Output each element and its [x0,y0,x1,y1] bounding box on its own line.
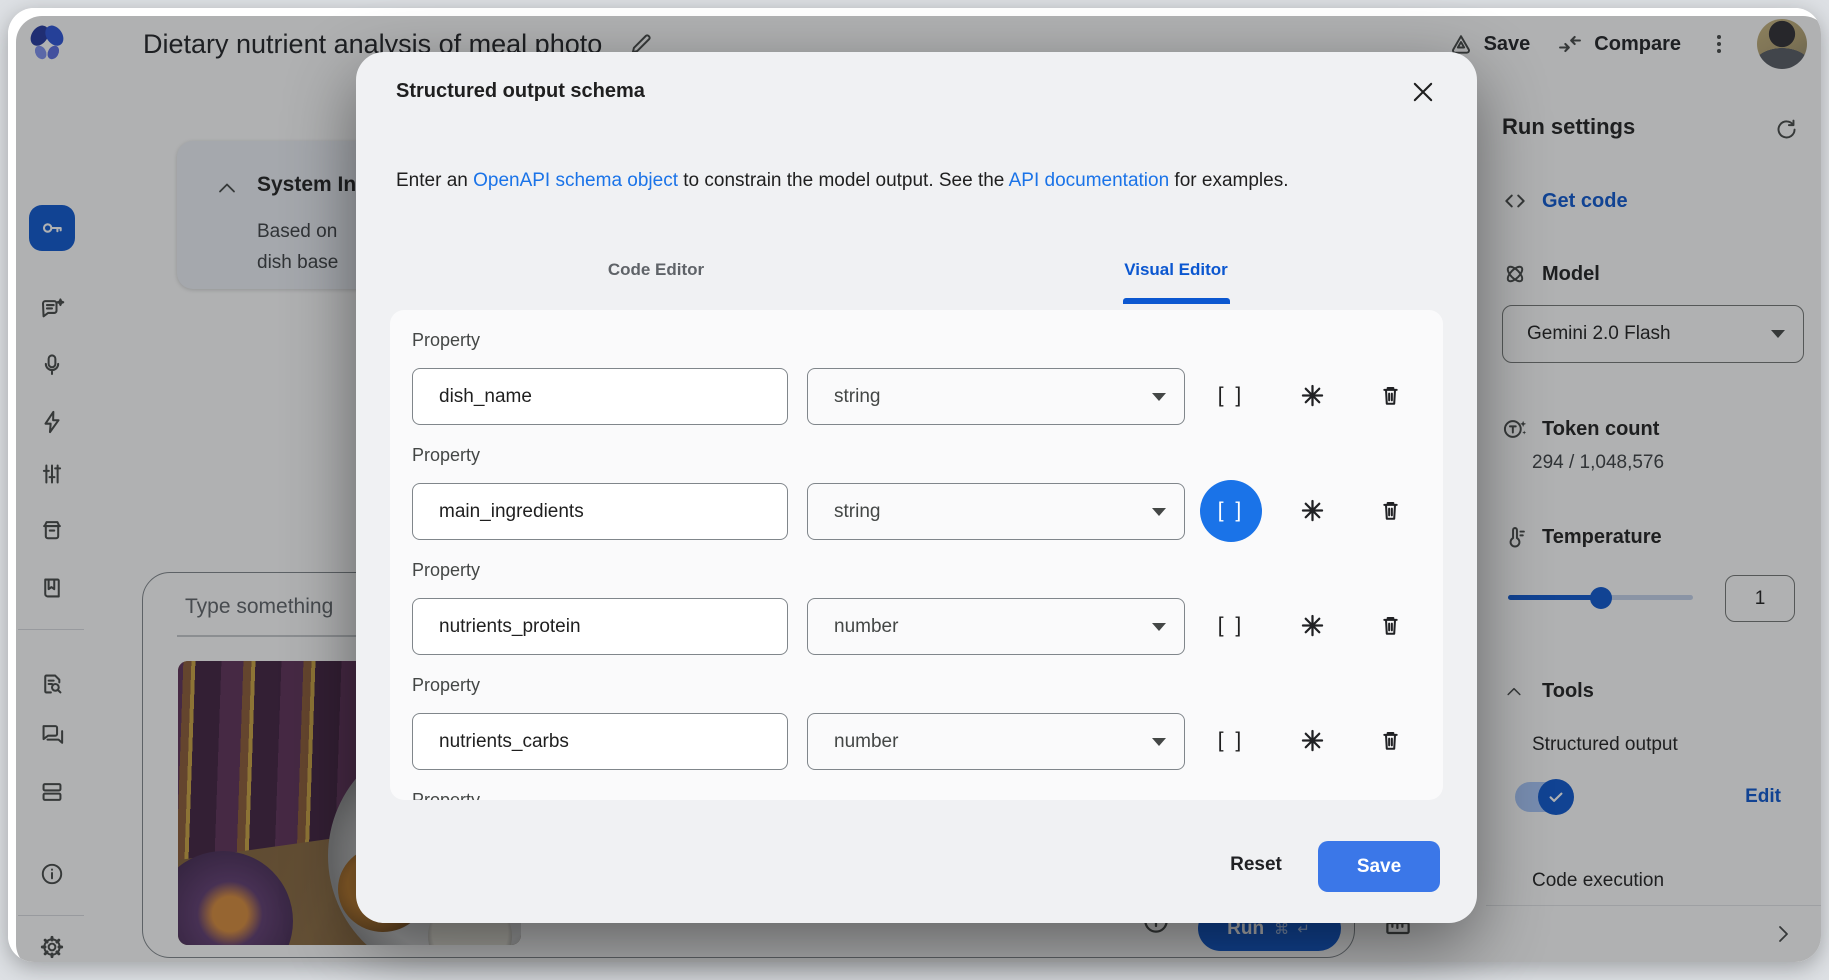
reset-button[interactable]: Reset [1206,854,1306,876]
property-name-input[interactable] [412,368,788,425]
delete-property-icon[interactable] [1377,382,1404,409]
property-type-select[interactable]: number [807,598,1185,655]
property-type-select[interactable]: number [807,713,1185,770]
array-toggle-button[interactable]: [ ] [1200,595,1262,657]
active-tab-indicator [1123,298,1230,304]
property-name-input[interactable] [412,713,788,770]
schema-properties-sheet: Property string [ ] Property string [390,310,1443,800]
property-type-value: string [834,501,880,523]
modal-title: Structured output schema [396,80,645,103]
property-type-value: number [834,616,898,638]
property-name-input[interactable] [412,598,788,655]
property-row: string [ ] [390,483,1443,540]
modal-description: Enter an OpenAPI schema object to constr… [396,170,1288,192]
required-asterisk-icon[interactable] [1299,497,1326,524]
property-row: string [ ] [390,368,1443,425]
property-type-select[interactable]: string [807,368,1185,425]
array-toggle-button[interactable]: [ ] [1200,365,1262,427]
property-label: Property [412,330,480,351]
required-asterisk-icon[interactable] [1299,382,1326,409]
property-label: Property [412,675,480,696]
property-type-value: number [834,731,898,753]
page: Dietary nutrient analysis of meal photo … [0,0,1829,980]
openapi-schema-link[interactable]: OpenAPI schema object [473,170,678,191]
tab-code-editor[interactable]: Code Editor [576,260,736,280]
property-type-select[interactable]: string [807,483,1185,540]
tab-visual-editor[interactable]: Visual Editor [1096,260,1256,280]
chevron-down-icon [1152,508,1166,516]
property-type-value: string [834,386,880,408]
property-label-clipped: Property [412,790,480,800]
property-name-input[interactable] [412,483,788,540]
array-toggle-button-active[interactable]: [ ] [1200,480,1262,542]
delete-property-icon[interactable] [1377,497,1404,524]
description-text: for examples. [1169,170,1288,191]
description-text: to constrain the model output. See the [678,170,1009,191]
description-text: Enter an [396,170,473,191]
required-asterisk-icon[interactable] [1299,612,1326,639]
api-documentation-link[interactable]: API documentation [1009,170,1170,191]
delete-property-icon[interactable] [1377,612,1404,639]
chevron-down-icon [1152,738,1166,746]
chevron-down-icon [1152,393,1166,401]
property-label: Property [412,445,480,466]
property-row: number [ ] [390,713,1443,770]
array-toggle-button[interactable]: [ ] [1200,710,1262,772]
structured-output-schema-modal: Structured output schema Enter an OpenAP… [356,52,1477,923]
close-icon[interactable] [1409,78,1437,106]
modal-save-button[interactable]: Save [1318,841,1440,892]
property-label: Property [412,560,480,581]
chevron-down-icon [1152,623,1166,631]
property-row: number [ ] [390,598,1443,655]
delete-property-icon[interactable] [1377,727,1404,754]
required-asterisk-icon[interactable] [1299,727,1326,754]
